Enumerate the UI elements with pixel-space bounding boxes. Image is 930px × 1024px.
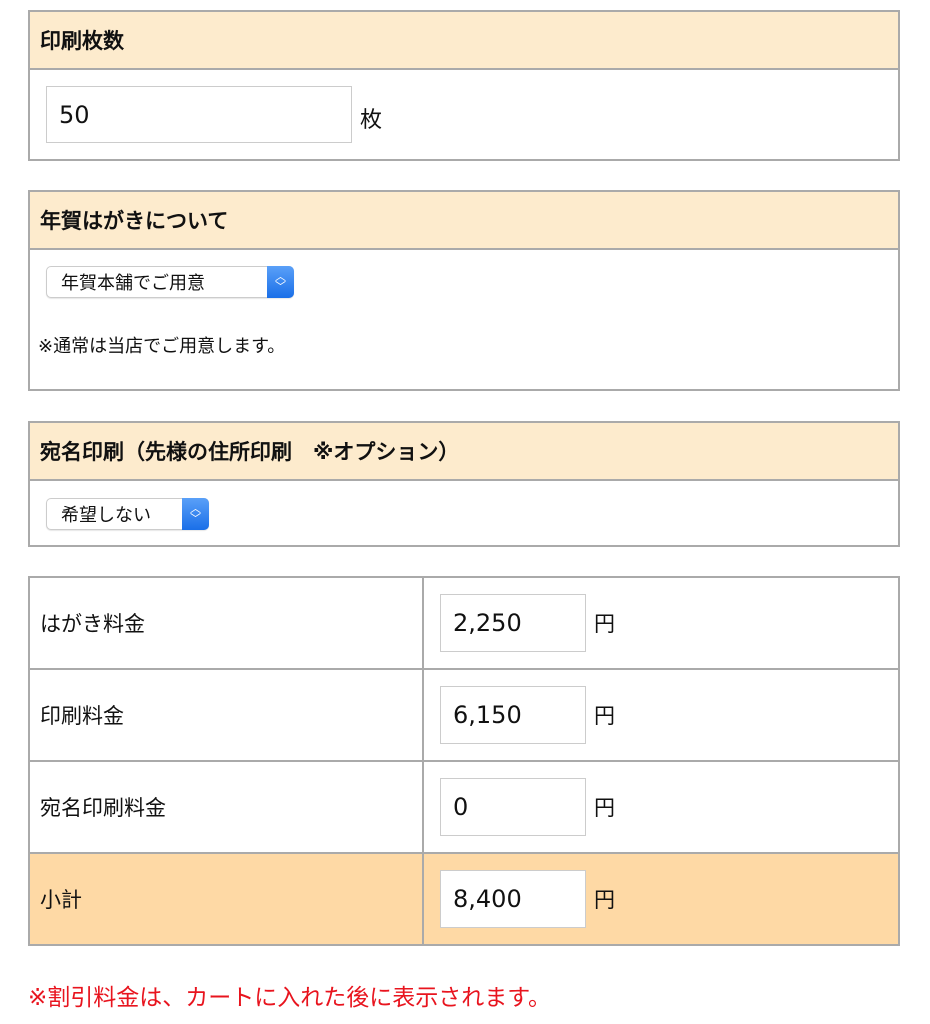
fee-label: 印刷料金 <box>28 668 424 762</box>
discount-note: ※割引料金は、カートに入れた後に表示されます。 <box>28 985 551 1011</box>
postcard-fee-field[interactable]: 2,250 <box>440 594 586 652</box>
address-print-select[interactable]: 希望しない ︿ ﹀ <box>46 498 209 530</box>
chevron-updown-icon: ︿ ﹀ <box>267 266 294 298</box>
print-count-input[interactable]: 50 <box>46 86 352 143</box>
section-title: 印刷枚数 <box>30 12 898 70</box>
section-title: 年賀はがきについて <box>30 192 898 250</box>
nenga-section: 年賀はがきについて 年賀本舗でご用意 ︿ ﹀ ※通常は当店でご用意します。 <box>28 190 900 391</box>
print-fee-field[interactable]: 6,150 <box>440 686 586 744</box>
fee-label: 小計 <box>28 852 424 946</box>
nenga-select[interactable]: 年賀本舗でご用意 ︿ ﹀ <box>46 266 294 298</box>
subtotal-field[interactable]: 8,400 <box>440 870 586 928</box>
subtotal-row: 小計 8,400 円 <box>28 852 900 946</box>
table-row: 印刷料金 6,150 円 <box>28 668 900 762</box>
fee-table: はがき料金 2,250 円 印刷料金 6,150 円 宛名印刷料金 0円 小計 8,… <box>28 576 900 946</box>
fee-label: 宛名印刷料金 <box>28 760 424 854</box>
unit-label: 枚 <box>360 108 383 133</box>
print-count-section: 印刷枚数 50 枚 <box>28 10 900 161</box>
select-value: 希望しない <box>61 505 151 526</box>
unit-label: 円 <box>594 888 615 912</box>
unit-label: 円 <box>594 796 615 820</box>
fee-label: はがき料金 <box>28 576 424 670</box>
unit-label: 円 <box>594 704 615 728</box>
nenga-note: ※通常は当店でご用意します。 <box>38 336 286 357</box>
select-value: 年賀本舗でご用意 <box>61 273 205 294</box>
table-row: はがき料金 2,250 円 <box>28 576 900 670</box>
address-fee-field[interactable]: 0 <box>440 778 586 836</box>
address-print-section: 宛名印刷（先様の住所印刷 ※オプション） 希望しない ︿ ﹀ <box>28 421 900 547</box>
section-title: 宛名印刷（先様の住所印刷 ※オプション） <box>30 423 898 481</box>
unit-label: 円 <box>594 612 615 636</box>
chevron-updown-icon: ︿ ﹀ <box>182 498 209 530</box>
table-row: 宛名印刷料金 0円 <box>28 760 900 854</box>
